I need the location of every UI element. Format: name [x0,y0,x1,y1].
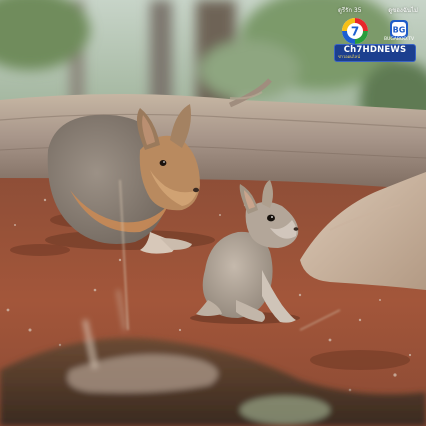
ch7-logo-icon: 7 [342,18,368,44]
watermark-top-row: ดูรีรัก 35 ดูของฉันไม่ [338,6,418,16]
ch7-news-bar: Ch7HDNEWS ข่าวออนไลน์ [334,44,416,62]
bugaboo-logo-label: BG [393,26,406,35]
broadcaster-watermark: ดูรีรัก 35 ดูของฉันไม่ 7 BG BUGABOO.TV C… [334,6,418,62]
bugaboo-caption: BUGABOO.TV [383,37,415,42]
mara-photo [0,0,426,426]
watermark-top-right-text: ดูของฉันไม่ [388,7,418,14]
news-sub-text: ข่าวออนไลน์ [338,54,360,59]
ch7-logo-label: 7 [351,25,359,39]
photo-scene: ดูรีรัก 35 ดูของฉันไม่ 7 BG BUGABOO.TV C… [0,0,426,426]
watermark-top-left-text: ดูรีรัก 35 [338,7,362,14]
